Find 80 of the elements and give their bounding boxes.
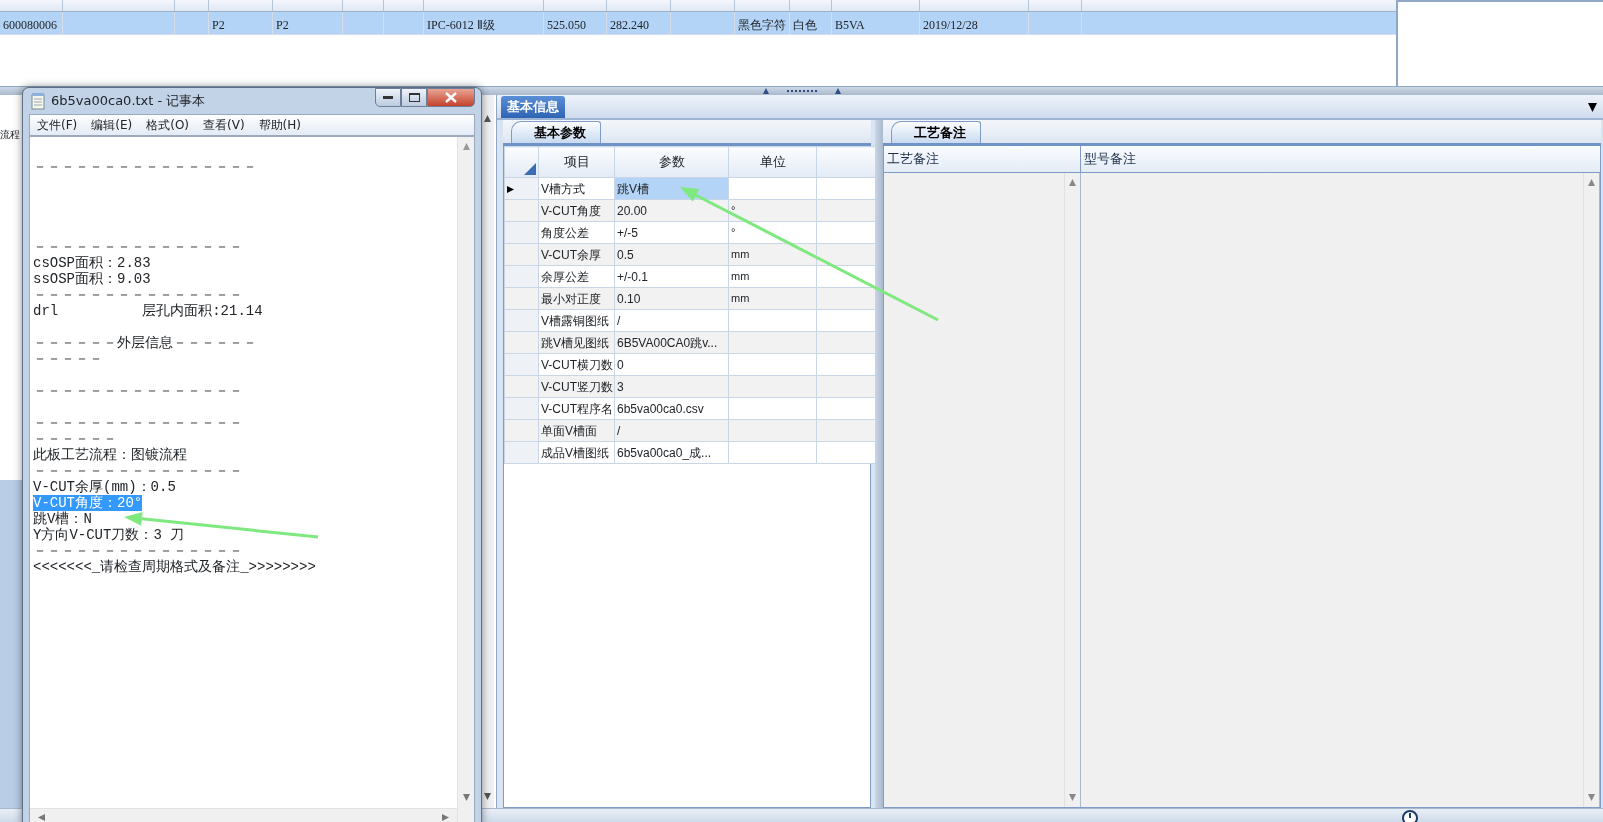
scroll-up-icon[interactable]	[484, 115, 491, 122]
window-title: 6b5va00ca0.txt - 记事本	[51, 92, 206, 111]
text-line: 此板工艺流程：图镀流程	[33, 447, 187, 463]
scroll-left-icon[interactable]	[38, 813, 45, 821]
table-cell: V-CUT横刀数	[538, 353, 615, 376]
table-cell[interactable]: 6b5va00ca0_成...	[614, 441, 729, 464]
menu-item[interactable]: 帮助(H)	[251, 116, 308, 134]
text-line: ssOSP面积：9.03	[33, 271, 151, 287]
text-line: －－－－－－－－－－－－－－－	[33, 287, 243, 303]
table-cell: 600080006	[0, 12, 63, 34]
panel-label: 流程	[0, 128, 20, 142]
scroll-right-icon[interactable]	[442, 813, 449, 821]
table-row[interactable]: 600080006 P2 P2 IPC-6012 Ⅱ级 525.050 282.240 黑色字符 白色 B5VA 2019/12/28	[0, 12, 1396, 35]
column-header[interactable]: 参数	[614, 146, 729, 178]
table-cell: 角度公差	[538, 221, 615, 244]
text-line: V-CUT余厚(mm)：0.5	[33, 479, 176, 495]
table-cell: mm	[728, 265, 817, 288]
clock-icon	[1402, 810, 1418, 822]
text-line: 跳V槽：N	[33, 511, 92, 527]
maximize-button[interactable]	[401, 88, 427, 107]
table-cell: 282.240	[607, 12, 671, 34]
scroll-down-icon[interactable]	[462, 794, 470, 801]
column-header[interactable]: 工艺备注	[884, 146, 1081, 172]
row-pointer-icon[interactable]	[507, 185, 514, 193]
table-cell: 余厚公差	[538, 265, 615, 288]
table-cell: 成品V槽图纸	[538, 441, 615, 464]
menu-item[interactable]: 格式(O)	[139, 116, 197, 134]
table-cell[interactable]: 0	[614, 353, 729, 376]
table-cell: V槽方式	[538, 177, 615, 200]
text-line: csOSP面积：2.83	[33, 255, 151, 271]
text-line: －－－－－－外层信息－－－－－－	[33, 335, 257, 351]
menu-item[interactable]: 编辑(E)	[84, 116, 140, 134]
table-cell: °	[728, 221, 817, 244]
text-line: －－－－－－－－－－－－－－－	[33, 463, 243, 479]
tab[interactable]: 工艺备注	[891, 121, 981, 143]
notepad-icon	[31, 92, 45, 110]
text-line: －－－－－－－－－－－－－－－	[33, 383, 243, 399]
close-button[interactable]	[427, 88, 475, 107]
text-line: －－－－－	[33, 351, 103, 367]
text-line: －－－－－－	[33, 431, 117, 447]
dropdown-icon[interactable]	[1588, 103, 1597, 112]
tab[interactable]: 基本参数	[511, 121, 601, 143]
text-line: －－－－－－－－－－－－－－－－	[33, 159, 257, 175]
text-line: －－－－－－－－－－－－－－－	[33, 239, 243, 255]
minimize-button[interactable]	[375, 88, 401, 107]
scroll-down-icon[interactable]	[484, 793, 491, 800]
table-cell: 525.050	[544, 12, 607, 34]
column-header[interactable]: 单位	[728, 146, 817, 178]
table-cell[interactable]: /	[614, 309, 729, 332]
text-line: <<<<<<<_请检查周期格式及备注_>>>>>>>>	[33, 559, 316, 575]
column-header[interactable]: 型号备注	[1081, 146, 1600, 172]
table-cell: P2	[209, 12, 273, 34]
scroll-up-icon[interactable]	[1588, 179, 1595, 186]
table-cell: P2	[273, 12, 343, 34]
table-cell: V槽露铜图纸	[538, 309, 615, 332]
table-cell[interactable]: 6b5va00ca0.csv	[614, 397, 729, 420]
maximize-icon	[408, 93, 420, 102]
text-line: －－－－－－－－－－－－－－－	[33, 415, 243, 431]
scroll-down-icon[interactable]	[1588, 794, 1595, 801]
scroll-up-icon[interactable]	[1069, 179, 1076, 186]
table-cell: 白色	[790, 12, 832, 34]
menu-item[interactable]: 文件(F)	[30, 116, 85, 134]
tab[interactable]: 基本信息	[501, 96, 565, 118]
table-cell[interactable]: +/-0.1	[614, 265, 729, 288]
table-cell: 黑色字符	[735, 12, 790, 34]
splitter-arrow-icon[interactable]	[762, 88, 769, 94]
scroll-down-icon[interactable]	[1069, 794, 1076, 801]
table-cell[interactable]: +/-5	[614, 221, 729, 244]
corner-icon	[524, 163, 536, 175]
text-line: Y方向V-CUT刀数：3 刀	[33, 527, 185, 543]
close-icon	[445, 92, 457, 103]
table-cell: IPC-6012 Ⅱ级	[424, 12, 544, 34]
table-cell: 2019/12/28	[920, 12, 1029, 34]
table-cell: B5VA	[832, 12, 920, 34]
text-line: －－－－－－－－－－－－－－－	[33, 543, 243, 559]
text-line: drl 层孔内面积:21.14	[33, 303, 263, 319]
column-header[interactable]: 项目	[538, 146, 615, 178]
table-cell: V-CUT程序名	[538, 397, 615, 420]
splitter-arrow-icon[interactable]	[834, 88, 841, 94]
menu-item[interactable]: 查看(V)	[196, 116, 252, 134]
